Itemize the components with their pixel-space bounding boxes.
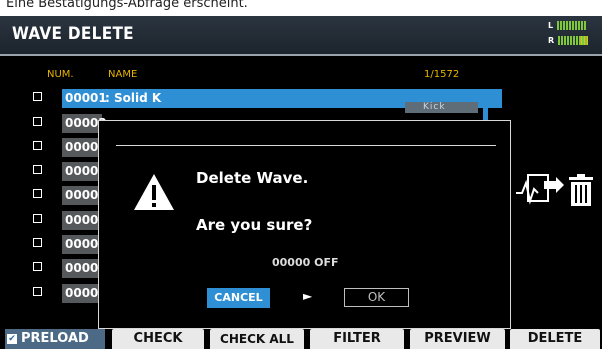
delete-button[interactable]: DELETE [510, 329, 600, 349]
filter-button[interactable]: FILTER [310, 329, 404, 349]
dialog-status: 00000 OFF [272, 256, 339, 269]
device-screen: WAVE DELETE L R NUM. NAME 1/1572 00001 :… [0, 16, 602, 349]
function-button-bar: ✔ PRELOAD CHECK CHECK ALL FILTER PREVIEW… [0, 327, 602, 349]
row-checkbox[interactable] [33, 214, 42, 223]
row-checkbox[interactable] [33, 165, 42, 174]
meter-right-label: R [548, 36, 555, 45]
row-checkbox[interactable] [33, 238, 42, 247]
row-number: 00004 [62, 162, 107, 181]
page-title: WAVE DELETE [12, 24, 134, 44]
level-meter-left: L [548, 21, 588, 30]
level-meter-right: R [548, 36, 589, 45]
meter-left-label: L [548, 21, 554, 30]
row-number: 00001 [65, 91, 107, 105]
column-header-name: NAME [108, 69, 138, 80]
check-all-button[interactable]: CHECK ALL [210, 329, 304, 349]
preload-label: PRELOAD [21, 331, 89, 346]
warning-icon [133, 173, 175, 215]
list-count: 1/1572 [424, 69, 460, 80]
cancel-button[interactable]: CANCEL [207, 288, 270, 308]
row-checkbox[interactable] [33, 262, 42, 271]
title-bar: WAVE DELETE L R [0, 16, 602, 56]
dialog-question: Are you sure? [196, 216, 313, 234]
preview-button[interactable]: PREVIEW [410, 329, 505, 349]
wave-export-icon [516, 174, 593, 206]
row-number: 00007 [62, 235, 107, 254]
row-number: 00005 [62, 186, 107, 205]
row-number: 00003 [62, 138, 107, 157]
row-number: 00009 [62, 284, 107, 303]
row-number: 00008 [62, 259, 107, 278]
row-name: Solid K [114, 91, 162, 105]
play-arrow-icon: ► [303, 289, 313, 303]
row-checkbox[interactable] [33, 117, 42, 126]
wave-export-delete-graphic [514, 171, 596, 215]
row-separator: : [105, 91, 110, 105]
trash-icon [569, 174, 593, 206]
scrollbar[interactable] [483, 90, 488, 122]
row-checkbox[interactable] [33, 141, 42, 150]
wave-category-tag: Kick [405, 102, 478, 113]
check-icon: ✔ [7, 334, 17, 344]
row-number: 00002 [62, 114, 107, 133]
preload-toggle[interactable]: ✔ PRELOAD [5, 329, 105, 349]
row-checkbox[interactable] [33, 92, 42, 101]
row-number: 00006 [62, 211, 107, 230]
caption-text: Eine Bestätigungs-Abfrage erscheint. [0, 0, 602, 16]
row-checkbox[interactable] [33, 189, 42, 198]
row-checkbox[interactable] [33, 287, 42, 296]
ok-button[interactable]: OK [344, 288, 409, 307]
dialog-divider [116, 145, 496, 146]
delete-confirm-dialog: Delete Wave. Are you sure? 00000 OFF CAN… [98, 120, 511, 329]
check-button[interactable]: CHECK [112, 329, 204, 349]
dialog-title: Delete Wave. [196, 169, 309, 187]
column-header-num: NUM. [47, 69, 74, 80]
